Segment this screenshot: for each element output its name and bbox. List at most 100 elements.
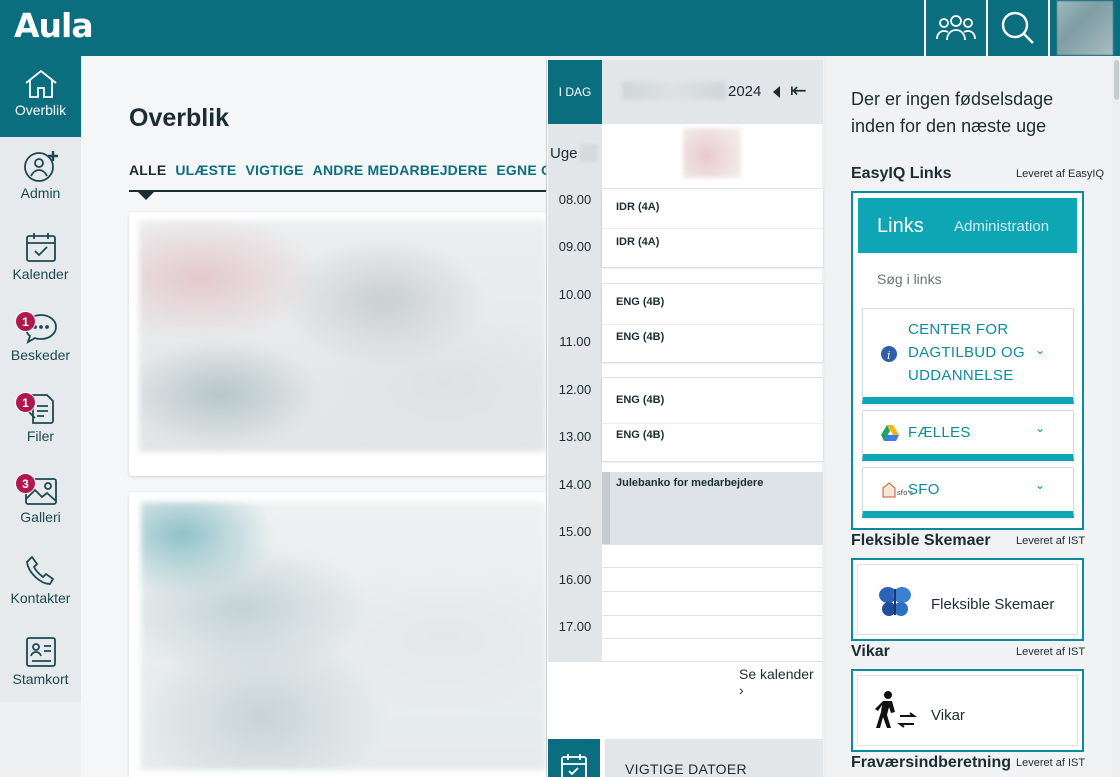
sidebar-item-kontakter[interactable]: Kontakter: [0, 542, 81, 623]
see-calendar-link[interactable]: Se kalender ›: [739, 666, 822, 698]
blurred-day-header: [683, 128, 741, 178]
avatar: [1057, 1, 1113, 55]
blurred-post-content: [139, 220, 546, 452]
hour-label: 09.00: [558, 239, 592, 254]
fravaer-title: Fraværsindberetning: [851, 754, 1012, 771]
search-button[interactable]: [986, 0, 1048, 56]
calendar-year: 2024: [728, 83, 762, 100]
calendar-event[interactable]: IDR (4A): [602, 189, 823, 229]
substitute-person-icon: [875, 691, 917, 728]
tab-vigtige[interactable]: VIGTIGE: [245, 162, 303, 178]
sidebar-item-stamkort[interactable]: Stamkort: [0, 623, 81, 704]
fleksible-label: Fleksible Skemaer: [931, 596, 1055, 613]
vikar-card[interactable]: Vikar: [851, 669, 1084, 752]
calendar-icon: [25, 233, 56, 262]
aula-logo[interactable]: Aula: [14, 6, 94, 45]
blurred-post-content: [141, 502, 546, 770]
sidebar-item-label: Kalender: [12, 266, 69, 282]
fleksible-skemaer-card[interactable]: Fleksible Skemaer: [851, 558, 1084, 641]
hour-gridline: [602, 615, 823, 616]
hour-gridline: [602, 544, 823, 545]
card-inner: Vikar: [857, 675, 1078, 746]
calendar-event[interactable]: Julebanko for medarbejdere: [602, 472, 823, 544]
hour-gridline: [602, 591, 823, 592]
event-group: ENG (4B) ENG (4B): [602, 377, 823, 461]
sidebar-item-label: Stamkort: [12, 671, 69, 687]
sidebar-item-label: Overblik: [14, 102, 67, 118]
info-icon: i: [881, 346, 897, 362]
page-title: Overblik: [129, 104, 230, 132]
chevron-down-icon: ⌄: [1035, 421, 1046, 435]
event-group: ENG (4B) ENG (4B): [602, 283, 823, 362]
hour-label: 14.00: [558, 477, 592, 492]
collapse-icon[interactable]: ⇤: [790, 80, 807, 102]
blurred-date: [622, 82, 726, 100]
calendar-event[interactable]: ENG (4B): [602, 325, 823, 343]
event-group: IDR (4A) IDR (4A): [602, 188, 823, 267]
feed-post-card[interactable]: [129, 212, 546, 476]
vikar-label: Vikar: [931, 707, 965, 724]
link-group-center[interactable]: i CENTER FOR DAGTILBUD OG UDDANNELSE ⌄: [862, 308, 1074, 404]
easyiq-supplier: Leveret af EasyIQ: [1016, 168, 1105, 180]
hour-label: 10.00: [558, 287, 592, 302]
user-avatar-button[interactable]: [1048, 0, 1120, 56]
calendar-event[interactable]: ENG (4B): [602, 284, 823, 325]
groups-icon: [936, 15, 976, 41]
sidebar-item-label: Beskeder: [10, 347, 71, 363]
tab-alle[interactable]: ALLE: [129, 162, 166, 178]
scrollbar-thumb[interactable]: [1114, 60, 1119, 100]
sidebar-item-label: Admin: [20, 185, 61, 201]
hour-label: 13.00: [558, 429, 592, 444]
fleksible-supplier: Leveret af IST: [1016, 535, 1086, 547]
phone-icon: [25, 555, 54, 585]
sidebar-item-filer[interactable]: Filer 1: [0, 380, 81, 461]
tab-links[interactable]: Links: [877, 215, 924, 238]
calendar-check-icon: [561, 754, 587, 777]
chevron-right-icon: ›: [739, 682, 744, 698]
butterfly-icon: [879, 587, 911, 616]
important-dates-header[interactable]: VIGTIGE DATOER: [605, 739, 823, 777]
groups-button[interactable]: [924, 0, 986, 56]
sidebar-item-beskeder[interactable]: Beskeder 1: [0, 299, 81, 380]
calendar-event[interactable]: IDR (4A): [602, 229, 823, 248]
hour-label: 15.00: [558, 524, 592, 539]
hour-label: 17.00: [558, 619, 592, 634]
sidebar-item-admin[interactable]: Admin: [0, 137, 81, 218]
tab-administration[interactable]: Administration: [954, 218, 1049, 235]
link-group-label: SFO: [908, 481, 940, 498]
see-calendar-label: Se kalender: [739, 666, 814, 682]
sidebar-item-galleri[interactable]: Galleri 3: [0, 461, 81, 542]
links-search-input[interactable]: Søg i links: [877, 271, 942, 287]
link-group-sfo[interactable]: sfo's SFO ⌄: [862, 467, 1074, 518]
hour-label: 16.00: [558, 572, 592, 587]
card-inner: Fleksible Skemaer: [857, 564, 1078, 635]
calendar-event[interactable]: ENG (4B): [602, 378, 823, 424]
feed-post-card[interactable]: [129, 492, 546, 777]
today-button[interactable]: I DAG: [548, 60, 602, 124]
important-dates-icon[interactable]: [548, 739, 600, 777]
sidebar-item-kalender[interactable]: Kalender: [0, 218, 81, 299]
add-user-icon: [23, 151, 58, 182]
google-drive-icon: [881, 425, 899, 441]
link-group-faelles[interactable]: FÆLLES ⌄: [862, 410, 1074, 461]
tab-ulaeste[interactable]: ULÆSTE: [175, 162, 236, 178]
fravaer-supplier: Leveret af IST: [1016, 757, 1086, 769]
tab-egne-opslag[interactable]: EGNE OP: [496, 162, 549, 178]
hour-gridline: [602, 567, 823, 568]
scrollbar[interactable]: [1112, 56, 1120, 777]
calendar-event[interactable]: ENG (4B): [602, 424, 823, 441]
sidebar-item-label: Galleri: [20, 509, 61, 525]
previous-day-icon[interactable]: [773, 86, 780, 98]
week-label: Uge: [550, 145, 578, 162]
sidebar-item-label: Kontakter: [10, 590, 71, 606]
feed-tabs: ALLE ULÆSTE VIGTIGE ANDRE MEDARBEJDERE EGNE …: [129, 162, 549, 192]
right-panel: Der er ingen fødselsdage inden for den n…: [826, 56, 1112, 777]
tab-andre-medarbejdere[interactable]: ANDRE MEDARBEJDERE: [313, 162, 488, 178]
unread-badge: 1: [15, 392, 36, 413]
sidebar-item-label: Filer: [26, 428, 55, 444]
unread-badge: 1: [15, 311, 36, 332]
unread-badge: 3: [15, 473, 36, 494]
hour-label: 12.00: [558, 382, 592, 397]
vikar-title: Vikar: [851, 643, 890, 660]
sidebar-item-overblik[interactable]: Overblik: [0, 56, 81, 137]
